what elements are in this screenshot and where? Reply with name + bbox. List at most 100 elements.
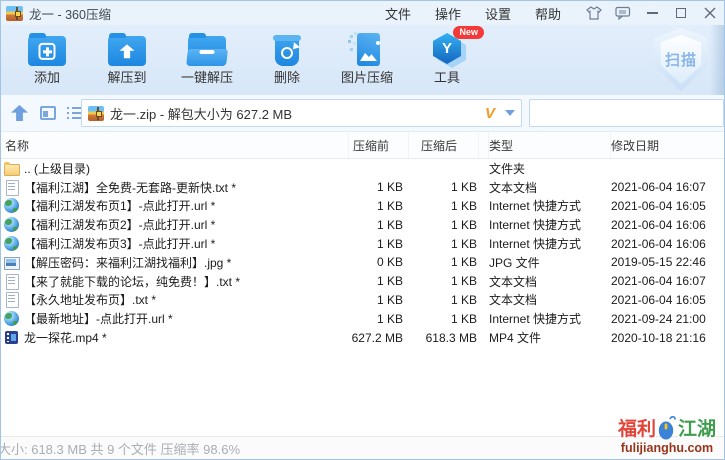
file-row[interactable]: 【最新地址】-点此打开.url * 1 KB 1 KB Internet 快捷方式 20… — [1, 309, 724, 328]
file-list: .. (上级目录) 文件夹【福利江湖】全免费-无套路-更新快.txt * 1 KB 1… — [1, 159, 724, 347]
format-v-badge: V — [484, 104, 495, 122]
menu-item-settings[interactable]: 设置 — [473, 4, 523, 23]
size-after: 1 KB — [450, 311, 477, 326]
toolbar-button-label: 图片压缩 — [340, 70, 393, 85]
delete-icon — [265, 32, 309, 68]
file-row[interactable]: 【福利江湖】全免费-无套路-更新快.txt * 1 KB 1 KB 文本文档 2021-… — [1, 178, 724, 197]
search-input[interactable] — [530, 100, 722, 126]
toolbar-button-tools[interactable]: Y New 工具 — [407, 25, 487, 95]
size-before: 1 KB — [376, 236, 403, 251]
size-after: 1 KB — [450, 274, 477, 289]
file-row[interactable]: 【解压密码：来福利江湖找福利】.jpg * 0 KB 1 KB JPG 文件 2019-… — [1, 253, 724, 272]
file-name: 【福利江湖】全免费-无套路-更新快.txt * — [24, 180, 236, 195]
file-type: JPG 文件 — [489, 255, 540, 270]
menu-item-help[interactable]: 帮助 — [523, 4, 573, 23]
toolbar-button-one-click-extract[interactable]: 一键解压 — [167, 25, 247, 95]
menu-item-operate[interactable]: 操作 — [423, 4, 473, 23]
modified-date: 2021-06-04 16:06 — [611, 217, 706, 232]
window-title: 龙一 - 360压缩 — [29, 7, 111, 22]
toolbar-button-extract-to[interactable]: 解压到 — [87, 25, 167, 95]
file-row[interactable]: 【福利江湖发布页3】-点此打开.url * 1 KB 1 KB Internet 快捷… — [1, 234, 724, 253]
url-file-icon — [4, 217, 19, 233]
size-after: 1 KB — [450, 217, 477, 232]
txt-file-icon — [4, 273, 19, 290]
file-name: .. (上级目录) — [24, 161, 90, 176]
toolbar-button-label: 工具 — [433, 70, 460, 85]
size-before: 627.2 MB — [351, 330, 403, 345]
modified-date: 2021-09-24 21:00 — [611, 311, 706, 326]
file-row[interactable]: 【来了就能下载的论坛，纯免费！】.txt * 1 KB 1 KB 文本文档 2021-0… — [1, 272, 724, 291]
size-before: 1 KB — [376, 292, 403, 307]
size-after: 1 KB — [450, 255, 477, 270]
maximize-button[interactable] — [671, 3, 691, 23]
col-header-date[interactable]: 修改日期 — [611, 132, 724, 158]
file-row[interactable]: 【福利江湖发布页2】-点此打开.url * 1 KB 1 KB Internet 快捷… — [1, 215, 724, 234]
modified-date: 2021-06-04 16:07 — [611, 180, 706, 195]
search-box — [529, 99, 724, 127]
feedback-icon[interactable] — [613, 3, 633, 23]
toolbar-button-label: 一键解压 — [180, 70, 233, 85]
extract-to-icon — [105, 32, 149, 68]
col-header-name[interactable]: 名称 — [1, 132, 349, 158]
modified-date: 2019-05-15 22:46 — [611, 255, 706, 270]
url-file-icon — [4, 198, 19, 214]
close-button[interactable] — [700, 3, 720, 23]
file-type: Internet 快捷方式 — [489, 199, 582, 214]
file-row[interactable]: .. (上级目录) 文件夹 — [1, 159, 724, 178]
file-row[interactable]: 龙一探花.mp4 * 627.2 MB 618.3 MB MP4 文件 2020-10-… — [1, 328, 724, 347]
file-type: 文件夹 — [489, 161, 526, 176]
modified-date: 2020-10-18 21:16 — [611, 330, 706, 345]
file-name: 【福利江湖发布页3】-点此打开.url * — [24, 237, 216, 252]
up-level-icon[interactable] — [11, 105, 28, 121]
tools-icon: Y New — [425, 26, 484, 68]
col-header-after[interactable]: 压缩后 — [409, 132, 479, 158]
col-header-type[interactable]: 类型 — [489, 132, 611, 158]
size-before: 1 KB — [376, 198, 403, 213]
skin-icon[interactable] — [584, 3, 604, 23]
size-after: 1 KB — [450, 292, 477, 307]
jpg-file-icon — [4, 255, 20, 270]
size-before: 0 KB — [376, 255, 403, 270]
archive-path-box[interactable]: 龙一.zip - 解包大小为 627.2 MB V — [81, 99, 522, 127]
360zip-window: 龙一 - 360压缩 文件 操作 设置 帮助 添加 解压到 一键解压 删除 图片压缩 Y New 工… — [0, 0, 725, 460]
size-after: 1 KB — [450, 236, 477, 251]
file-type: 文本文档 — [489, 180, 538, 195]
file-type: Internet 快捷方式 — [489, 312, 582, 327]
file-row[interactable]: 【永久地址发布页】.txt * 1 KB 1 KB 文本文档 2021-06-04 16… — [1, 291, 724, 310]
file-type: 文本文档 — [489, 274, 538, 289]
app-zip-icon — [6, 5, 23, 21]
toolbar-button-label: 添加 — [33, 70, 60, 85]
scan-label: 扫描 — [664, 52, 697, 69]
menu-item-file[interactable]: 文件 — [373, 4, 423, 23]
size-before: 1 KB — [376, 274, 403, 289]
format-dropdown-icon[interactable] — [505, 110, 515, 116]
folder-file-icon — [4, 161, 20, 176]
status-text: 大小: 618.3 MB 共 9 个文件 压缩率 98.6% — [1, 441, 241, 457]
col-header-gap — [479, 132, 489, 158]
toolbar: 添加 解压到 一键解压 删除 图片压缩 Y New 工具 扫描 — [1, 25, 724, 95]
view-pane-icon[interactable] — [40, 106, 56, 120]
minimize-button[interactable] — [642, 3, 662, 23]
toolbar-button-image-compress[interactable]: 图片压缩 — [327, 25, 407, 95]
one-click-extract-icon — [185, 32, 229, 68]
size-before: 1 KB — [376, 217, 403, 232]
toolbar-button-label: 解压到 — [107, 70, 147, 85]
url-file-icon — [4, 236, 19, 252]
toolbar-button-label: 删除 — [273, 70, 300, 85]
file-row[interactable]: 【福利江湖发布页1】-点此打开.url * 1 KB 1 KB Internet 快捷… — [1, 197, 724, 216]
modified-date: 2021-06-04 16:06 — [611, 236, 706, 251]
size-after: 1 KB — [450, 198, 477, 213]
file-name: 【来了就能下载的论坛，纯免费！】.txt * — [24, 274, 241, 289]
scan-button[interactable]: 扫描 — [654, 28, 708, 91]
file-name: 【永久地址发布页】.txt * — [24, 293, 157, 308]
toolbar-button-add[interactable]: 添加 — [7, 25, 87, 95]
col-header-before[interactable]: 压缩前 — [349, 132, 409, 158]
size-before: 1 KB — [376, 180, 403, 195]
file-name: 【解压密码：来福利江湖找福利】.jpg * — [24, 255, 232, 270]
size-before: 1 KB — [376, 311, 403, 326]
file-name: 龙一探花.mp4 * — [24, 331, 107, 346]
toolbar-button-delete[interactable]: 删除 — [247, 25, 327, 95]
modified-date: 2021-06-04 16:05 — [611, 292, 706, 307]
scan-shield-icon: 扫描 — [660, 35, 702, 84]
modified-date: 2021-06-04 16:07 — [611, 274, 706, 289]
